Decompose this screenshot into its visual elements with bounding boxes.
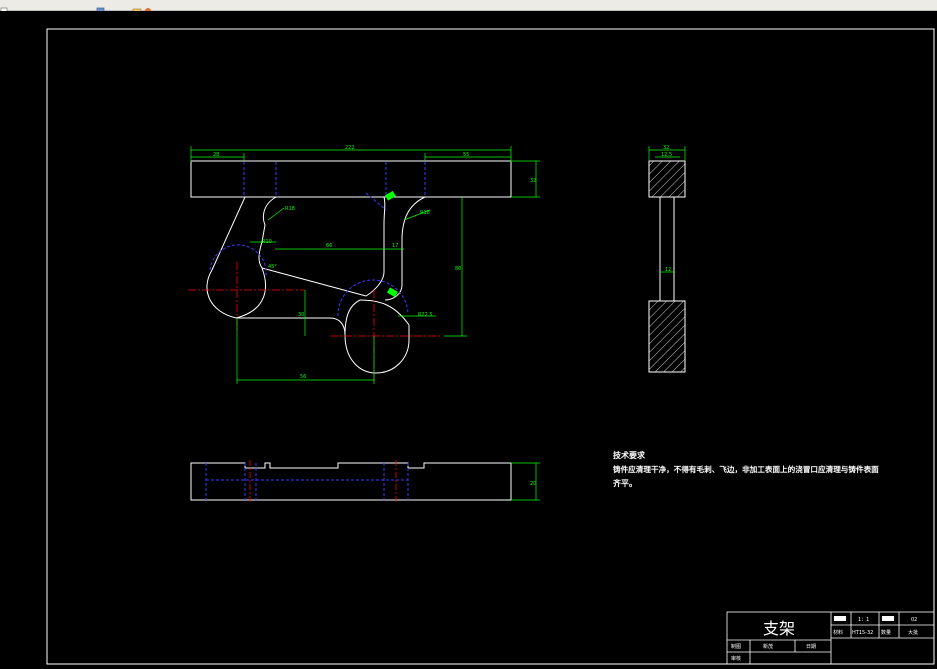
tb-marker-2 <box>882 616 894 621</box>
dim-side-middle: 12 <box>665 267 671 273</box>
drawing-border <box>46 28 935 665</box>
dim-r22: R22.5 <box>418 312 433 318</box>
dim-right-offset: 55 <box>463 152 469 158</box>
cad-drawing: 222 28 55 32 R18 R18 R10 66 17 80 45° R2… <box>46 28 935 665</box>
notes-line-2: 齐平。 <box>613 479 637 488</box>
material-value: HT15-32 <box>852 630 873 636</box>
marker-1 <box>385 190 396 201</box>
toolbar <box>0 0 937 15</box>
size-label: 大批 <box>908 629 918 636</box>
right-arm-outer <box>384 196 426 301</box>
front-view <box>190 160 512 374</box>
dim-horizontal-17: 17 <box>392 243 398 249</box>
drawing-viewport[interactable]: 222 28 55 32 R18 R18 R10 66 17 80 45° R2… <box>0 11 937 669</box>
material-label: 材料 <box>833 629 843 636</box>
scale-value: 1：1 <box>858 617 869 623</box>
title-block <box>726 611 935 665</box>
drawer-name: 新茂 <box>763 643 773 650</box>
tb-marker-1 <box>834 616 846 621</box>
left-boss-outline <box>206 269 346 336</box>
dim-side-inner: 12.5 <box>661 152 672 158</box>
left-boss-inner <box>235 267 267 319</box>
check-label: 审核 <box>731 655 741 662</box>
right-boss-top <box>359 299 410 326</box>
dim-vertical-30: 30 <box>298 312 304 318</box>
front-dimension-texts: 222 28 55 32 R18 R18 R10 66 17 80 45° R2… <box>213 145 536 380</box>
part-name: 支架 <box>763 619 795 638</box>
top-center-lines <box>249 460 397 503</box>
dim-left-offset: 28 <box>213 152 219 158</box>
dim-radius-left: R18 <box>285 206 295 212</box>
dim-horizontal-66: 66 <box>326 243 332 249</box>
front-center-lines <box>188 262 442 382</box>
document-icon[interactable] <box>0 0 10 15</box>
top-flange <box>190 160 512 198</box>
top-hidden-lines <box>205 463 409 500</box>
dim-overall-width: 222 <box>345 145 355 151</box>
drawing-number: 02 <box>911 617 917 623</box>
dim-r10: R10 <box>262 239 272 245</box>
technical-notes: 技术要求 铸件应清理干净，不得有毛刺、飞边，非加工表面上的浇冒口应清理与铸件表面… <box>613 449 913 491</box>
quantity-label: 数量 <box>881 629 891 636</box>
side-top-section <box>648 160 686 198</box>
lower-web-top <box>261 267 367 297</box>
notes-line-1: 铸件应清理干净，不得有毛刺、飞边，非加工表面上的浇冒口应清理与铸件表面 <box>613 465 879 474</box>
dim-vertical-80: 80 <box>455 266 461 272</box>
right-boss-outline <box>344 325 410 374</box>
date-label: 日期 <box>806 644 816 650</box>
drawn-by-label: 制图 <box>731 643 741 650</box>
dim-top-height: 32 <box>530 178 536 184</box>
dim-side-width: 32 <box>663 145 669 151</box>
save-icon[interactable] <box>96 0 106 15</box>
side-bottom-section <box>648 300 686 373</box>
dim-top-height: 20 <box>530 481 536 487</box>
dim-angle: 45° <box>268 264 277 270</box>
dim-bottom-distance: 56 <box>300 374 306 380</box>
tool-icon[interactable] <box>143 0 153 14</box>
folder-icon[interactable] <box>132 0 142 15</box>
left-arm-outer <box>211 196 246 271</box>
left-arm-inner <box>258 196 277 269</box>
front-dimension-lines <box>190 146 540 384</box>
dim-radius-right: R18 <box>420 210 430 216</box>
top-view <box>190 462 512 501</box>
notes-title: 技术要求 <box>613 451 645 460</box>
